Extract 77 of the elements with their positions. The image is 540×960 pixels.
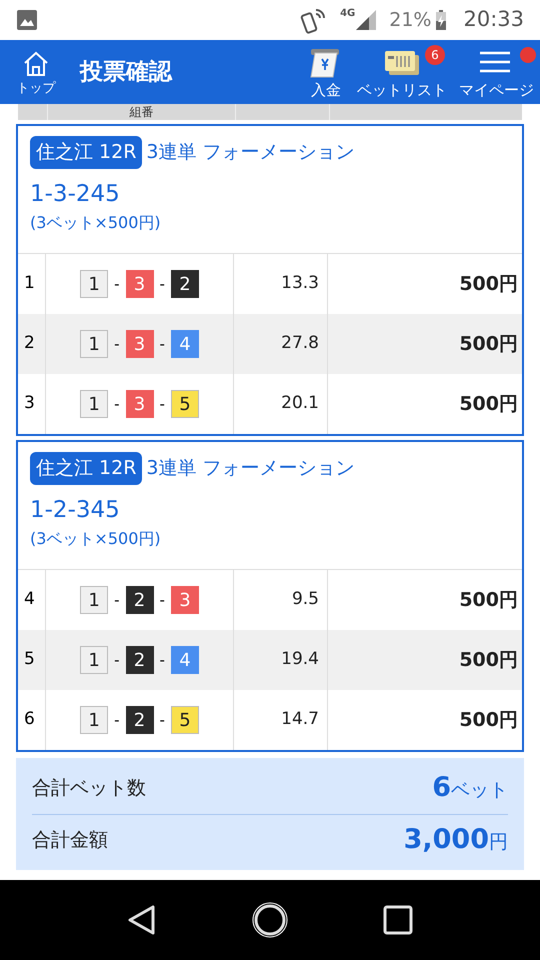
bet-type: 3連単 フォーメーション — [146, 456, 355, 481]
mypage-button[interactable]: マイページ — [453, 46, 540, 98]
total-label: 合計ベット数 — [32, 776, 146, 801]
recents-icon[interactable] — [383, 905, 413, 935]
page-title: 投票確認 — [80, 58, 174, 87]
dash: - — [160, 274, 165, 295]
dash: - — [160, 710, 165, 731]
boat-number: 3 — [126, 330, 154, 358]
dash: - — [114, 394, 120, 415]
boat-number: 3 — [170, 586, 199, 614]
boat-number: 1 — [80, 646, 108, 674]
battery-percentage: 21% — [389, 8, 432, 33]
network-type: 4G — [340, 9, 356, 19]
venue-race-badge: 住之江 12R — [30, 136, 142, 168]
bet-list-button[interactable]: ベットリスト 6 — [351, 46, 453, 98]
dash: - — [114, 650, 120, 671]
amount: 500円 — [459, 588, 518, 613]
bet-type: 3連単 フォーメーション — [146, 140, 355, 165]
boat-number: 5 — [170, 706, 199, 734]
deposit-button[interactable]: 入金 — [301, 46, 351, 98]
odds: 13.3 — [281, 272, 319, 296]
signal-icon — [355, 9, 378, 31]
amount: 500円 — [459, 392, 518, 417]
boat-number: 1 — [80, 390, 108, 418]
amount: 500円 — [459, 708, 518, 733]
combination: 1-3-245 — [30, 180, 121, 208]
column-header: 組番 — [48, 104, 236, 120]
boat-number: 2 — [126, 706, 154, 734]
boat-number: 3 — [126, 270, 154, 298]
total-value: 6ベット — [432, 770, 508, 805]
row-number: 4 — [24, 588, 35, 612]
dash: - — [160, 394, 165, 415]
dash: - — [160, 334, 165, 355]
boat-number: 2 — [126, 646, 154, 674]
amount: 500円 — [459, 272, 518, 297]
odds: 20.1 — [281, 392, 319, 416]
home-nav-icon[interactable] — [251, 901, 289, 939]
odds: 14.7 — [281, 708, 319, 732]
boat-number: 1 — [80, 706, 108, 734]
amount: 500円 — [459, 332, 518, 357]
total-value: 3,000円 — [404, 823, 508, 858]
combination: 1-2-345 — [30, 496, 121, 524]
odds: 27.8 — [281, 332, 319, 356]
dash: - — [160, 590, 165, 611]
row-number: 3 — [24, 392, 35, 416]
boat-number: 1 — [80, 586, 108, 614]
dash: - — [160, 650, 165, 671]
dash: - — [114, 710, 120, 731]
clock: 20:33 — [463, 6, 524, 34]
dash: - — [114, 334, 120, 355]
back-icon[interactable] — [127, 904, 157, 936]
battery-icon — [435, 9, 448, 31]
row-number: 5 — [24, 648, 35, 672]
venue-race-badge: 住之江 12R — [30, 452, 142, 484]
row-number: 6 — [24, 708, 35, 732]
odds: 9.5 — [292, 588, 319, 612]
odds: 19.4 — [281, 648, 319, 672]
amount: 500円 — [459, 648, 518, 673]
bet-summary: (3ベット×500円) — [30, 528, 162, 550]
boat-number: 1 — [80, 330, 108, 358]
bet-summary: (3ベット×500円) — [30, 212, 162, 234]
row-number: 2 — [24, 332, 35, 356]
row-number: 1 — [24, 272, 35, 296]
home-button[interactable]: トップ — [0, 50, 72, 94]
total-label: 合計金額 — [32, 828, 108, 854]
boat-number: 2 — [170, 270, 199, 298]
boat-number: 3 — [126, 390, 154, 418]
boat-number: 4 — [170, 646, 199, 674]
boat-number: 4 — [170, 330, 199, 358]
boat-number: 1 — [80, 270, 108, 298]
home-icon — [22, 50, 50, 78]
boat-number: 2 — [126, 586, 154, 614]
dash: - — [114, 590, 120, 611]
boat-number: 5 — [170, 390, 199, 418]
notification-badge: 6 — [425, 44, 445, 64]
dash: - — [114, 274, 120, 295]
image-icon — [16, 9, 38, 31]
